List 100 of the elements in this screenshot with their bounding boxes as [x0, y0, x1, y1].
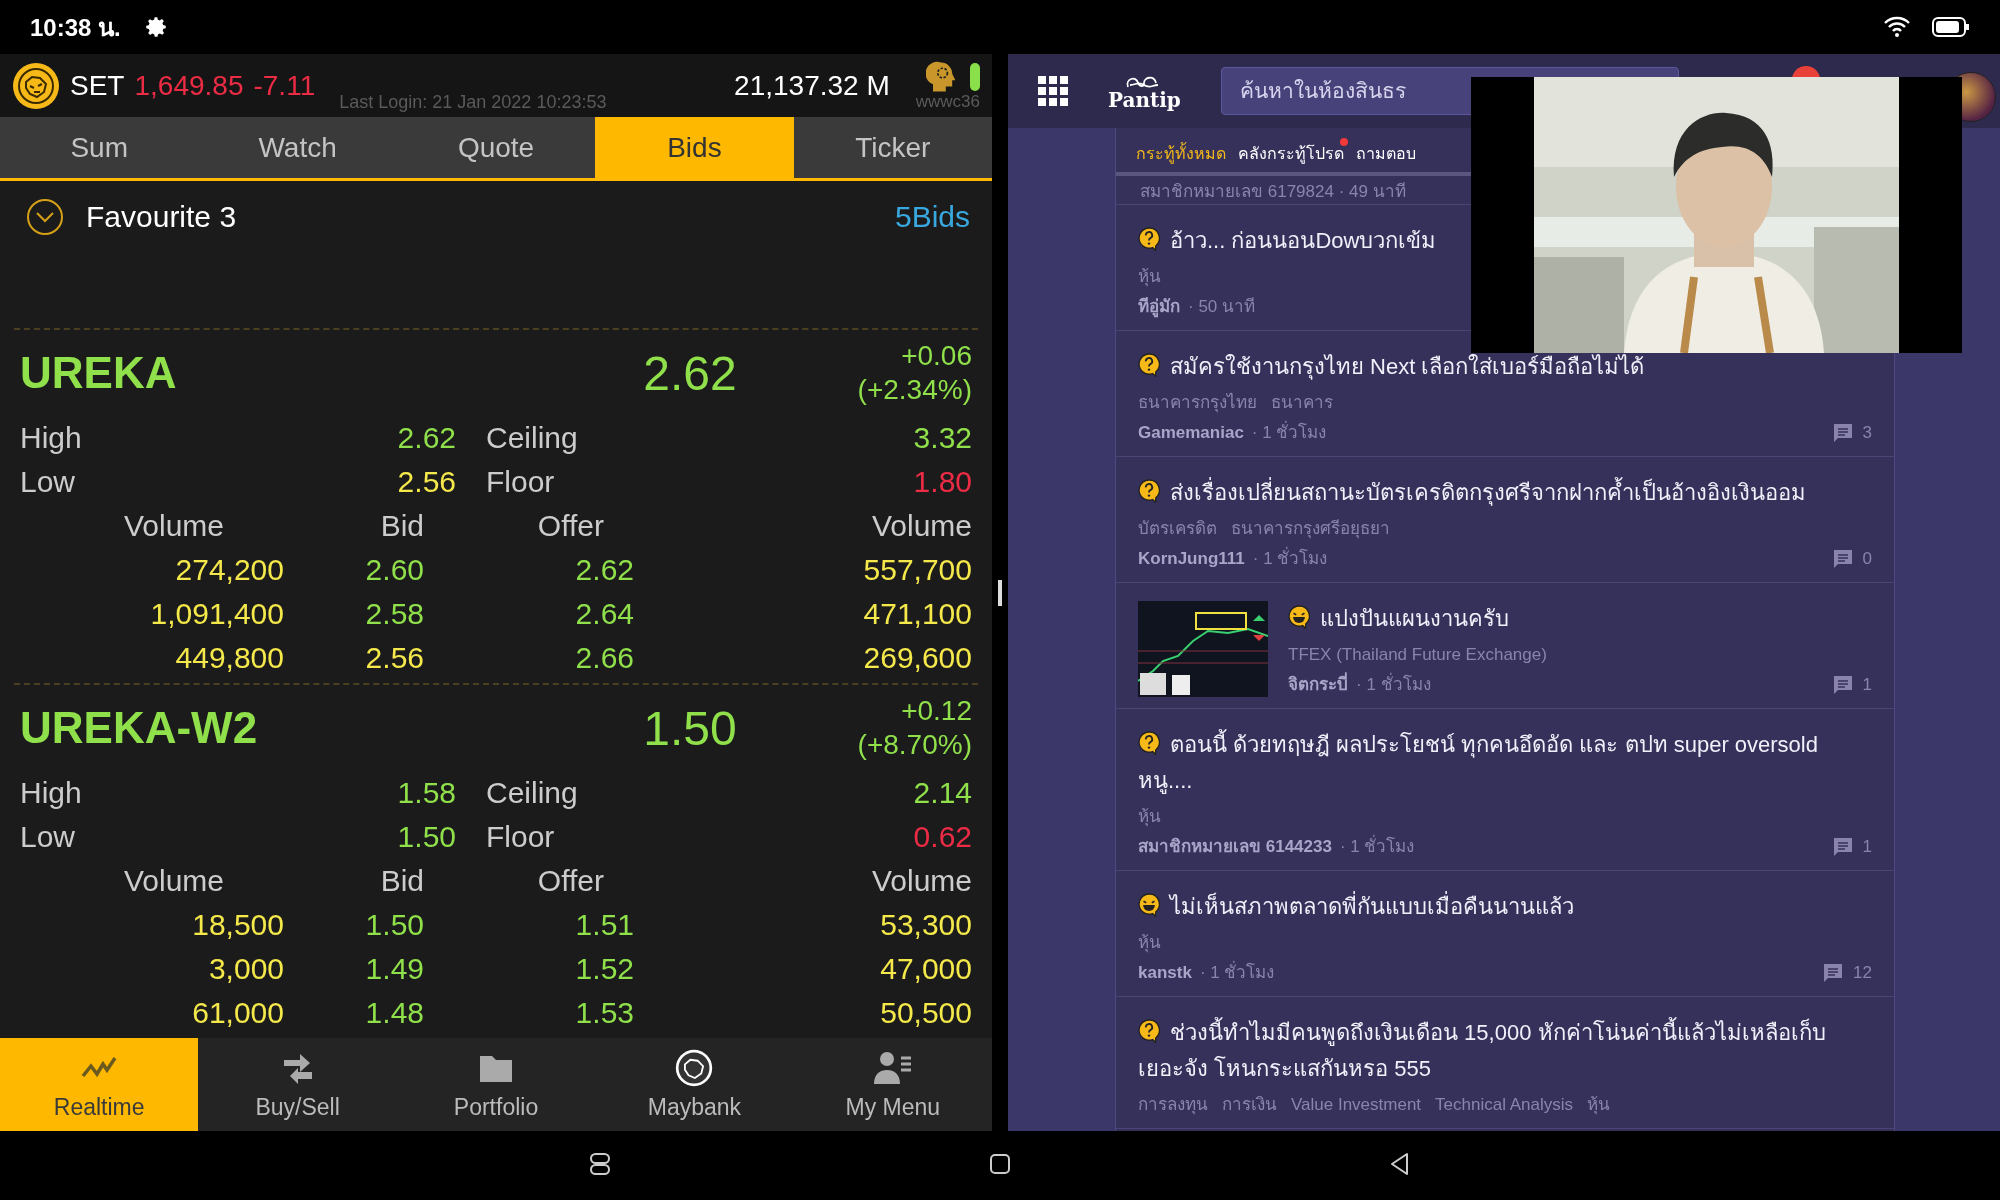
tab[interactable]: Quote	[396, 117, 596, 178]
offer-price[interactable]: 1.51	[424, 903, 644, 947]
comment-count: 12	[1853, 962, 1872, 984]
stat-label: Floor	[485, 819, 556, 855]
post-meta: สมาชิกหมายเลข 6179824 · 49 นาที	[1140, 180, 1406, 203]
post-time: · 1 ชั่วโมง	[1252, 547, 1328, 571]
comment-count: 1	[1862, 836, 1872, 858]
stat-value: 2.56	[396, 464, 456, 500]
stat-label: Ceiling	[485, 420, 579, 456]
stat-value: 1.80	[912, 464, 972, 500]
offer-price[interactable]: 2.62	[424, 548, 644, 592]
post-title[interactable]: ไม่เห็นสภาพตลาดพี่กันแบบเมื่อคืนนานแล้ว	[1138, 889, 1872, 925]
nav-item[interactable]: Maybank	[595, 1038, 794, 1131]
post-title[interactable]: ช่วงนี้ทำไมมีคนพูดถึงเงินเดือน 15,000 หักค่าโน่นค่านี้แล้วไม่เหลือเก็บ เยอะจัง โหนกระแสกันหรอ 555	[1138, 1015, 1872, 1087]
post-title[interactable]: ส่งเรื่องเปลี่ยนสถานะบัตรเครดิตกรุงศรีจากฝากค้ำเป็นอ้างอิงเงินออม	[1138, 475, 1872, 511]
post-time: · 1 ชั่วโมง	[1356, 673, 1431, 697]
view-mode-link[interactable]: 5Bids	[894, 200, 970, 234]
stat-label: Floor	[485, 464, 556, 500]
comment-count: 0	[1862, 548, 1872, 570]
post-time: · 1 ชั่วโมง	[1251, 421, 1327, 445]
price-change: +0.12	[901, 694, 972, 728]
column-header: Volume	[122, 863, 226, 899]
head-gear-icon[interactable]	[926, 60, 956, 93]
tab[interactable]: Sum	[0, 117, 199, 178]
author-name[interactable]: จิตกระบี่	[1288, 673, 1348, 697]
author-name[interactable]: kanstk	[1138, 961, 1192, 985]
bid-price[interactable]: 2.60	[284, 548, 424, 592]
offer-price[interactable]: 1.52	[424, 947, 644, 991]
bid-volume: 61,000	[191, 995, 284, 1031]
stock-symbol[interactable]: UREKA	[20, 348, 560, 398]
offer-volume: 47,000	[879, 951, 972, 987]
clock-time: 10:38 น.	[30, 12, 121, 43]
bid-price[interactable]: 2.56	[284, 636, 424, 680]
index-name: SET	[70, 69, 125, 102]
laughing-face-icon	[1288, 605, 1310, 629]
dropdown-icon[interactable]	[26, 198, 64, 236]
author-name[interactable]: สมาชิกหมายเลข 6144233	[1138, 835, 1332, 859]
author-name[interactable]: KornJung111	[1138, 547, 1245, 571]
bid-price[interactable]: 2.58	[284, 592, 424, 636]
tab[interactable]: คลังกระทู้โปรด	[1238, 140, 1344, 172]
stat-value: 2.14	[912, 775, 972, 811]
stat-label: Low	[20, 464, 77, 500]
column-header: Offer	[536, 508, 605, 544]
stat-label: High	[20, 775, 83, 811]
bid-volume: 449,800	[174, 640, 284, 676]
nav-item[interactable]: Portfolio	[396, 1038, 596, 1131]
logo-icon	[12, 61, 60, 110]
index-change: -7.11	[253, 69, 316, 102]
question-bubble-icon	[1138, 731, 1160, 755]
column-header: Bid	[379, 508, 424, 544]
offer-price[interactable]: 1.53	[424, 991, 644, 1035]
watchlist-name[interactable]: Favourite 3	[86, 200, 237, 234]
tab[interactable]: Ticker	[793, 117, 993, 178]
post-time: · 1 ชั่วโมง	[1199, 961, 1275, 985]
bid-price[interactable]: 1.50	[284, 903, 424, 947]
price-change: +0.06	[901, 339, 972, 373]
tab[interactable]: กระทู้ทั้งหมด	[1136, 140, 1226, 172]
bid-price[interactable]: 1.49	[284, 947, 424, 991]
nav-item[interactable]: My Menu	[793, 1038, 993, 1131]
tab[interactable]: ถามตอบ	[1356, 140, 1416, 172]
bid-volume: 18,500	[191, 907, 284, 943]
question-bubble-icon	[1138, 479, 1160, 503]
market-turnover: 21,137.32 M	[734, 69, 890, 102]
author-name[interactable]: Gamemaniac	[1138, 421, 1244, 445]
offer-volume: 50,500	[879, 995, 972, 1031]
nav-item[interactable]: Buy/Sell	[198, 1038, 397, 1131]
battery-icon	[1932, 16, 1970, 38]
offer-price[interactable]: 2.66	[424, 636, 644, 680]
username: wwwc36	[915, 92, 980, 111]
unread-dot	[1340, 138, 1348, 146]
site-logo[interactable]: Pantip	[1108, 73, 1181, 109]
post-title[interactable]: แปงปันแผนงานครับ	[1288, 601, 1872, 637]
stat-value: 0.62	[912, 819, 972, 855]
author-name[interactable]: ทีอู่มัก	[1138, 295, 1180, 319]
bid-volume: 1,091,400	[149, 596, 284, 632]
column-header: Volume	[870, 863, 972, 899]
post-title[interactable]: สมัครใช้งานกรุงไทย Next เลือกใส่เบอร์มือถือไม่ได้	[1138, 349, 1872, 385]
post-time: · 1 ชั่วโมง	[1339, 835, 1415, 859]
stat-value: 1.50	[396, 819, 456, 855]
bid-price[interactable]: 1.48	[284, 991, 424, 1035]
question-bubble-icon	[1138, 227, 1160, 251]
apps-grid-icon[interactable]	[1038, 76, 1068, 106]
stock-price: 1.50	[642, 700, 738, 756]
video-overlay[interactable]	[1471, 77, 1962, 353]
offer-price[interactable]: 2.64	[424, 592, 644, 636]
stat-label: Low	[20, 819, 77, 855]
tab[interactable]: Bids	[595, 117, 794, 178]
stock-symbol[interactable]: UREKA-W2	[20, 703, 560, 753]
nav-item[interactable]: Realtime	[0, 1038, 199, 1131]
question-bubble-icon	[1138, 1019, 1160, 1043]
percent-change: (+2.34%)	[857, 373, 972, 407]
percent-change: (+8.70%)	[857, 728, 972, 762]
split-handle[interactable]	[998, 579, 1002, 606]
connection-indicator	[970, 62, 980, 91]
offer-volume: 471,100	[862, 596, 972, 632]
comment-count: 1	[1862, 674, 1872, 696]
column-header: Volume	[122, 508, 226, 544]
offer-volume: 269,600	[862, 640, 972, 676]
post-title[interactable]: ตอนนี้ ด้วยทฤษฎี ผลประโยชน์ ทุกคนอึดอัด และ ตปท super oversold หนู....	[1138, 727, 1872, 799]
tab[interactable]: Watch	[198, 117, 397, 178]
